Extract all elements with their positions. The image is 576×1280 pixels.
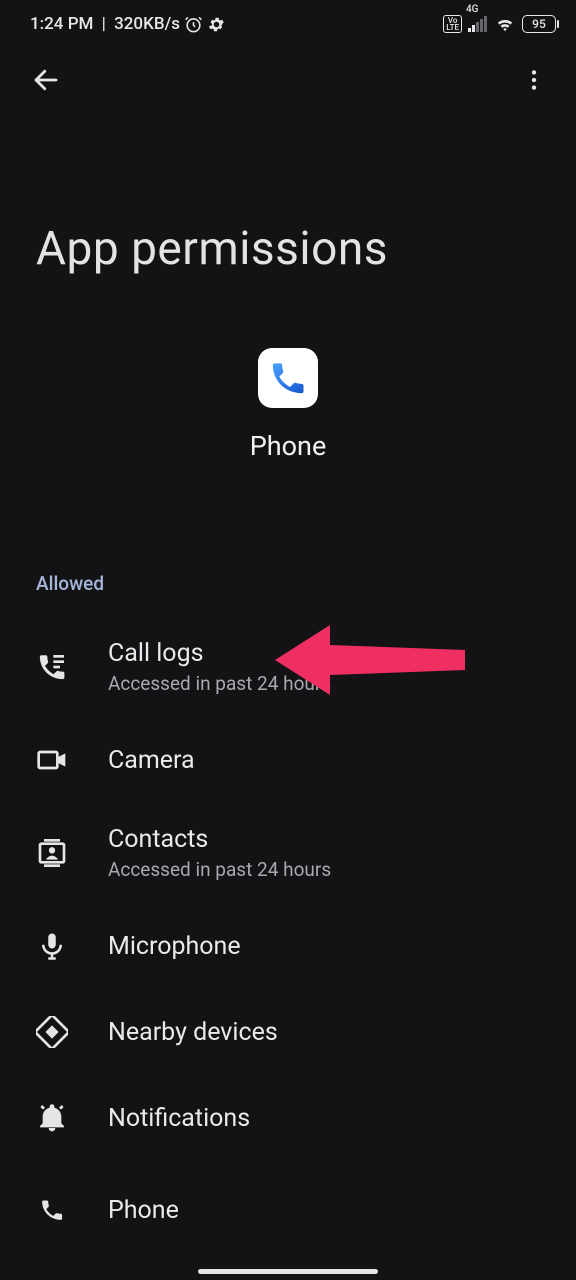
permission-subtitle: Accessed in past 24 hours: [108, 672, 331, 695]
permission-phone[interactable]: Phone: [0, 1161, 576, 1247]
settings-gear-icon: [207, 15, 226, 34]
permission-title: Phone: [108, 1196, 179, 1225]
permission-subtitle: Accessed in past 24 hours: [108, 858, 331, 881]
status-right: VoLTE 4G 95: [443, 15, 556, 33]
camera-icon: [36, 744, 68, 776]
status-time: 1:24 PM: [30, 14, 93, 34]
permission-call-logs[interactable]: Call logs Accessed in past 24 hours: [0, 617, 576, 717]
permission-title: Nearby devices: [108, 1018, 278, 1047]
permission-camera[interactable]: Camera: [0, 717, 576, 803]
phone-perm-icon: [36, 1194, 68, 1226]
back-button[interactable]: [24, 58, 68, 102]
signal-icon: 4G: [468, 16, 488, 32]
permission-title: Contacts: [108, 825, 331, 854]
status-speed: 320KB/s: [114, 14, 180, 34]
permission-title: Camera: [108, 746, 195, 775]
call-log-icon: [36, 651, 68, 683]
permission-list: Call logs Accessed in past 24 hours Came…: [0, 617, 576, 1247]
nearby-icon: [36, 1016, 68, 1048]
more-options-button[interactable]: [512, 58, 556, 102]
app-hero: Phone: [0, 348, 576, 462]
permission-notifications[interactable]: Notifications: [0, 1075, 576, 1161]
microphone-icon: [36, 930, 68, 962]
home-indicator[interactable]: [198, 1269, 378, 1274]
battery-icon: 95: [522, 15, 556, 33]
permission-microphone[interactable]: Microphone: [0, 903, 576, 989]
status-left: 1:24 PM | 320KB/s: [30, 14, 226, 34]
page-title: App permissions: [0, 112, 576, 276]
permission-title: Microphone: [108, 932, 241, 961]
permission-title: Call logs: [108, 639, 331, 668]
permission-contacts[interactable]: Contacts Accessed in past 24 hours: [0, 803, 576, 903]
status-bar: 1:24 PM | 320KB/s VoLTE 4G 95: [0, 0, 576, 48]
status-divider: |: [97, 14, 110, 34]
contacts-icon: [36, 837, 68, 869]
volte-icon: VoLTE: [443, 15, 462, 33]
allowed-section-label: Allowed: [0, 572, 576, 595]
alarm-icon: [184, 15, 203, 34]
app-bar: [0, 48, 576, 112]
app-name-label: Phone: [250, 430, 327, 462]
permission-nearby-devices[interactable]: Nearby devices: [0, 989, 576, 1075]
phone-app-icon: [258, 348, 318, 408]
permission-title: Notifications: [108, 1104, 250, 1133]
notifications-icon: [36, 1102, 68, 1134]
wifi-icon: [494, 15, 516, 33]
